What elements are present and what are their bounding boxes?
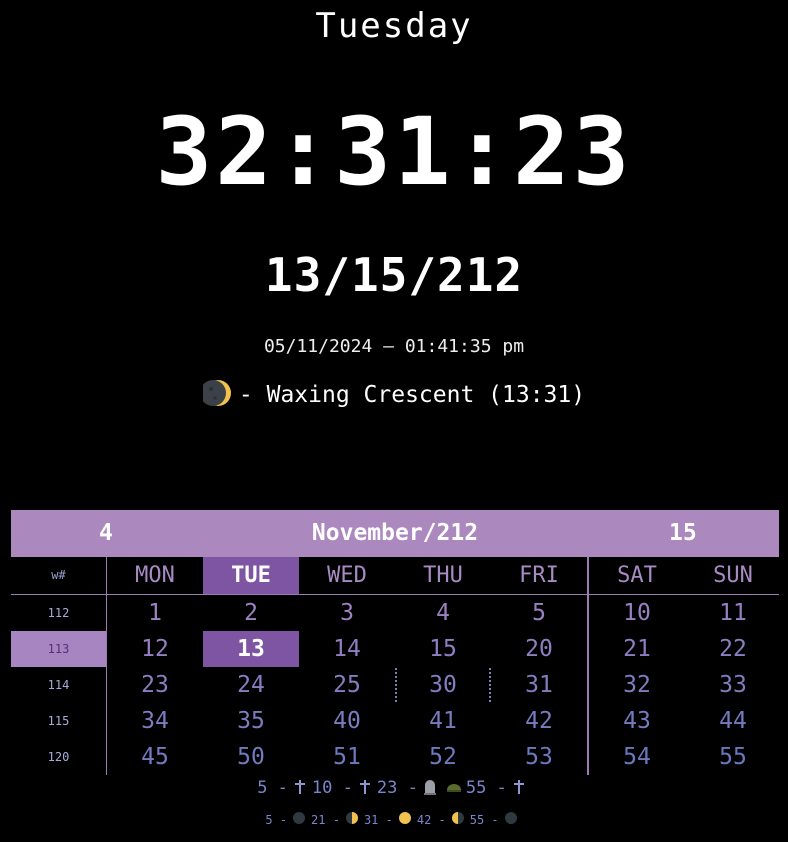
- real-datetime: 05/11/2024 — 01:41:35 pm: [263, 336, 525, 357]
- week-number-column-label: w#: [51, 568, 66, 582]
- legend-value: 42 -: [416, 813, 446, 827]
- day-cell[interactable]: 53: [491, 739, 587, 775]
- day-label-wed: WED: [327, 563, 367, 588]
- day-cell[interactable]: 5: [491, 595, 587, 631]
- day-cell[interactable]: 10: [589, 595, 685, 631]
- gap-marker: [395, 668, 397, 702]
- week-number: 120: [47, 750, 70, 764]
- cross-icon: [513, 780, 524, 794]
- day-cell[interactable]: 50: [203, 739, 299, 775]
- day-cell[interactable]: 15: [395, 631, 491, 667]
- day-cell[interactable]: 55: [685, 739, 781, 775]
- cross-icon: [359, 780, 370, 794]
- day-label-sun: SUN: [713, 563, 753, 588]
- day-cell[interactable]: 24: [203, 667, 299, 703]
- week-number: 112: [47, 606, 70, 620]
- day-cell[interactable]: 3: [299, 595, 395, 631]
- day-cell[interactable]: 31: [491, 667, 587, 703]
- legend-value: 5 -: [265, 813, 288, 827]
- day-label-thu: THU: [423, 563, 463, 588]
- header-divider: [11, 594, 779, 595]
- day-cell[interactable]: 20: [491, 631, 587, 667]
- new-moon-icon: [504, 812, 517, 824]
- gap-marker: [489, 668, 491, 702]
- day-name: Tuesday: [315, 6, 473, 46]
- day-cell[interactable]: 41: [395, 703, 491, 739]
- events-legend: 5 - 10 - 23 - 55 -: [0, 778, 788, 798]
- day-cell[interactable]: 2: [203, 595, 299, 631]
- day-cell[interactable]: 35: [203, 703, 299, 739]
- calendar-header: 4 November/212 15: [11, 510, 779, 557]
- legend-value: 21 -: [311, 813, 340, 827]
- day-cell[interactable]: 1: [107, 595, 203, 631]
- legend-value: 31 -: [363, 813, 393, 827]
- today-cell[interactable]: 13: [203, 631, 299, 667]
- day-cell[interactable]: 25: [299, 667, 395, 703]
- day-label-fri: FRI: [519, 563, 559, 588]
- day-cell[interactable]: 40: [299, 703, 395, 739]
- day-cell[interactable]: 11: [685, 595, 781, 631]
- day-cell[interactable]: 23: [107, 667, 203, 703]
- day-cell[interactable]: 34: [107, 703, 203, 739]
- day-cell[interactable]: 30: [395, 667, 491, 703]
- legend-value: 55 -: [465, 778, 507, 798]
- calendar-header-right: 15: [669, 520, 697, 546]
- clock-display: 32:31:23: [155, 98, 633, 207]
- day-cell[interactable]: 22: [685, 631, 781, 667]
- weekend-divider: [587, 557, 589, 775]
- new-moon-icon: [293, 812, 306, 824]
- day-cell[interactable]: 32: [589, 667, 685, 703]
- waxing-crescent-moon-icon: [202, 380, 231, 406]
- helmet-icon: [446, 784, 461, 792]
- last-quarter-moon-icon: [451, 812, 464, 824]
- day-cell[interactable]: 45: [107, 739, 203, 775]
- day-label-mon: MON: [135, 563, 175, 588]
- day-cell[interactable]: 12: [107, 631, 203, 667]
- week-number: 114: [47, 678, 70, 692]
- week-number: 115: [47, 714, 70, 728]
- tombstone-icon: [423, 780, 436, 795]
- day-cell[interactable]: 14: [299, 631, 395, 667]
- day-cell[interactable]: 52: [395, 739, 491, 775]
- day-cell[interactable]: 42: [491, 703, 587, 739]
- week-column-divider: [106, 557, 107, 775]
- day-cell[interactable]: 54: [589, 739, 685, 775]
- day-label-sat: SAT: [617, 563, 657, 588]
- cross-icon: [294, 780, 305, 794]
- legend-value: 23 -: [376, 778, 418, 798]
- month-calendar: 4 November/212 15 w# MON TUE WED THU FRI SAT S…: [11, 510, 779, 775]
- day-cell[interactable]: 4: [395, 595, 491, 631]
- day-cell[interactable]: 43: [589, 703, 685, 739]
- day-label-tue: TUE: [203, 557, 299, 594]
- full-moon-icon: [398, 812, 411, 824]
- legend-value: 10 -: [311, 778, 353, 798]
- day-cell[interactable]: 21: [589, 631, 685, 667]
- week-number: 113: [11, 631, 106, 667]
- moon-phase: - Waxing Crescent (13:31): [0, 378, 788, 408]
- legend-value: 55 -: [469, 813, 499, 827]
- day-cell[interactable]: 51: [299, 739, 395, 775]
- legend-value: 5 -: [257, 778, 288, 798]
- day-cell[interactable]: 44: [685, 703, 781, 739]
- calendar-month-title: November/212: [311, 520, 479, 546]
- moon-legend: 5 - 21 - 31 - 42 - 55 -: [0, 810, 788, 827]
- first-quarter-moon-icon: [345, 812, 358, 824]
- alt-date: 13/15/212: [264, 248, 524, 302]
- day-cell[interactable]: 33: [685, 667, 781, 703]
- moon-phase-label: - Waxing Crescent (13:31): [238, 382, 586, 408]
